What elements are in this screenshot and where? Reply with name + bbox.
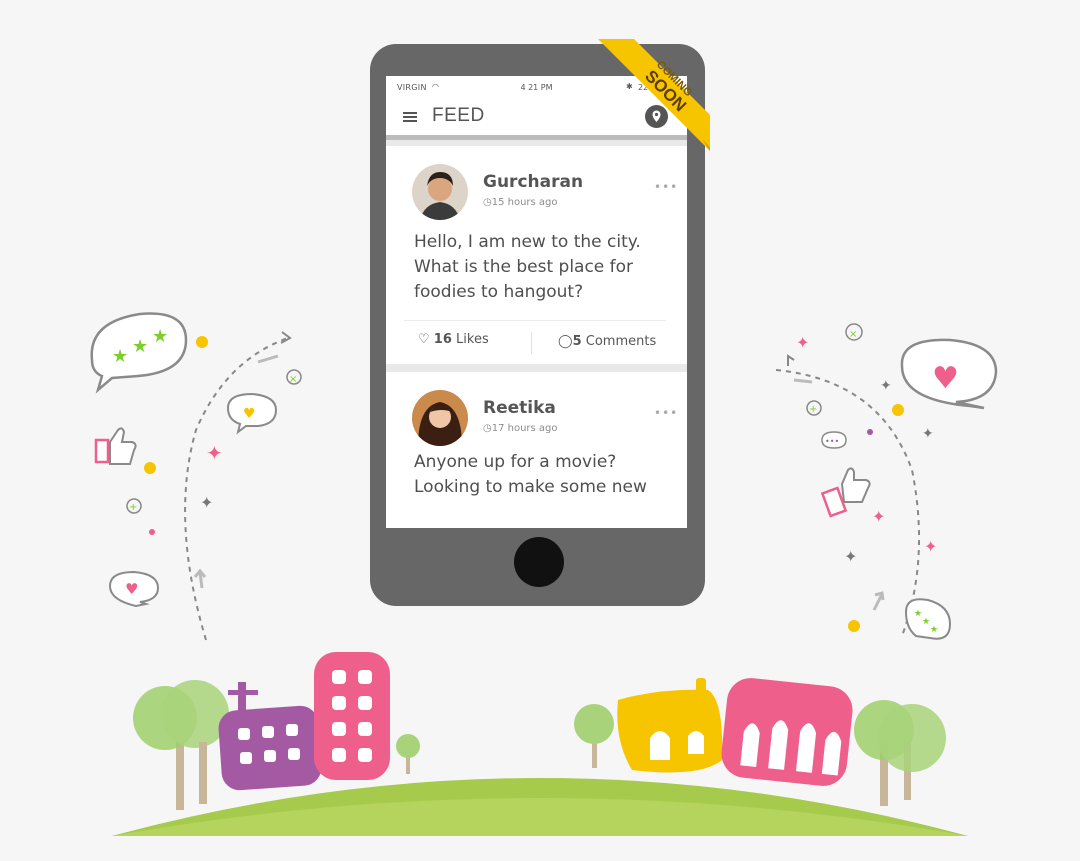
likes-label: Likes — [456, 332, 489, 347]
svg-text:♥: ♥ — [932, 361, 959, 396]
svg-text:•••: ••• — [825, 437, 839, 446]
svg-text:★: ★ — [132, 336, 148, 357]
home-button[interactable] — [514, 537, 564, 587]
tree-icon — [854, 700, 946, 806]
post-author[interactable]: Reetika — [483, 398, 556, 418]
avatar[interactable] — [412, 164, 468, 220]
heart-speech-bubble-icon: ♥ — [108, 570, 160, 608]
chat-dots-icon: ••• — [821, 431, 847, 449]
heart-speech-bubble-icon: ♥ — [226, 392, 278, 435]
building-icon — [617, 678, 723, 773]
tree-icon — [133, 680, 229, 810]
svg-text:×: × — [289, 374, 297, 385]
heart-outline-icon: ♡ — [418, 332, 430, 347]
svg-text:×: × — [849, 329, 857, 340]
likes-button[interactable]: ♡ 16 Likes — [418, 332, 489, 347]
svg-text:★: ★ — [152, 326, 168, 347]
post-timestamp: ◷17 hours ago — [483, 423, 558, 434]
svg-text:★: ★ — [112, 346, 128, 367]
divider — [531, 332, 532, 354]
heart-speech-bubble-icon: ♥ — [900, 338, 998, 410]
svg-text:★: ★ — [914, 609, 922, 619]
feed-post: Reetika ◷17 hours ago ••• Anyone up for … — [386, 372, 687, 528]
svg-text:✦: ✦ — [872, 507, 885, 526]
building-icon — [721, 678, 853, 786]
feed-post: Gurcharan ◷15 hours ago ••• Hello, I am … — [386, 146, 687, 364]
thumbs-up-icon — [820, 467, 871, 518]
building-icon — [314, 652, 390, 780]
tree-icon — [574, 704, 614, 768]
comments-count: 5 — [572, 334, 582, 349]
avatar[interactable] — [412, 390, 468, 446]
divider — [404, 320, 666, 321]
post-text: Anyone up for a movie? Looking to make s… — [414, 452, 647, 497]
svg-text:✦: ✦ — [844, 547, 857, 566]
comments-label: Comments — [585, 334, 657, 349]
comment-icon: ◯ — [558, 334, 573, 349]
likes-count: 16 — [433, 332, 452, 347]
svg-text:★: ★ — [922, 617, 930, 627]
thumbs-up-icon — [94, 427, 137, 465]
post-author[interactable]: Gurcharan — [483, 172, 583, 192]
comments-button[interactable]: ◯5 Comments — [558, 334, 656, 349]
post-timestamp: ◷15 hours ago — [483, 197, 558, 208]
svg-text:♥: ♥ — [243, 406, 256, 422]
rating-speech-bubble-icon: ★ ★ ★ — [904, 598, 952, 640]
svg-text:+: + — [809, 404, 817, 415]
clock-icon: ◷ — [483, 197, 492, 208]
clock-icon: ◷ — [483, 423, 492, 434]
tree-icon — [396, 734, 420, 774]
svg-text:+: + — [129, 502, 137, 513]
page-title: FEED — [432, 105, 485, 126]
svg-text:✦: ✦ — [200, 493, 213, 512]
svg-text:✦: ✦ — [922, 426, 934, 442]
svg-text:✦: ✦ — [880, 378, 892, 394]
more-options-button[interactable]: ••• — [654, 180, 678, 194]
svg-text:✦: ✦ — [796, 333, 809, 352]
post-text: Hello, I am new to the city. What is the… — [414, 232, 641, 302]
menu-icon[interactable] — [403, 112, 417, 122]
coming-soon-ribbon: COMING SOON — [598, 39, 710, 151]
svg-text:♥: ♥ — [125, 580, 138, 598]
svg-text:✦: ✦ — [924, 537, 937, 556]
building-icon — [218, 682, 322, 791]
rating-speech-bubble-icon: ★ ★ ★ — [90, 312, 188, 394]
dashed-arrow-path — [184, 337, 289, 641]
more-options-button[interactable]: ••• — [654, 406, 678, 420]
svg-text:★: ★ — [930, 625, 938, 635]
svg-text:✦: ✦ — [206, 441, 223, 465]
